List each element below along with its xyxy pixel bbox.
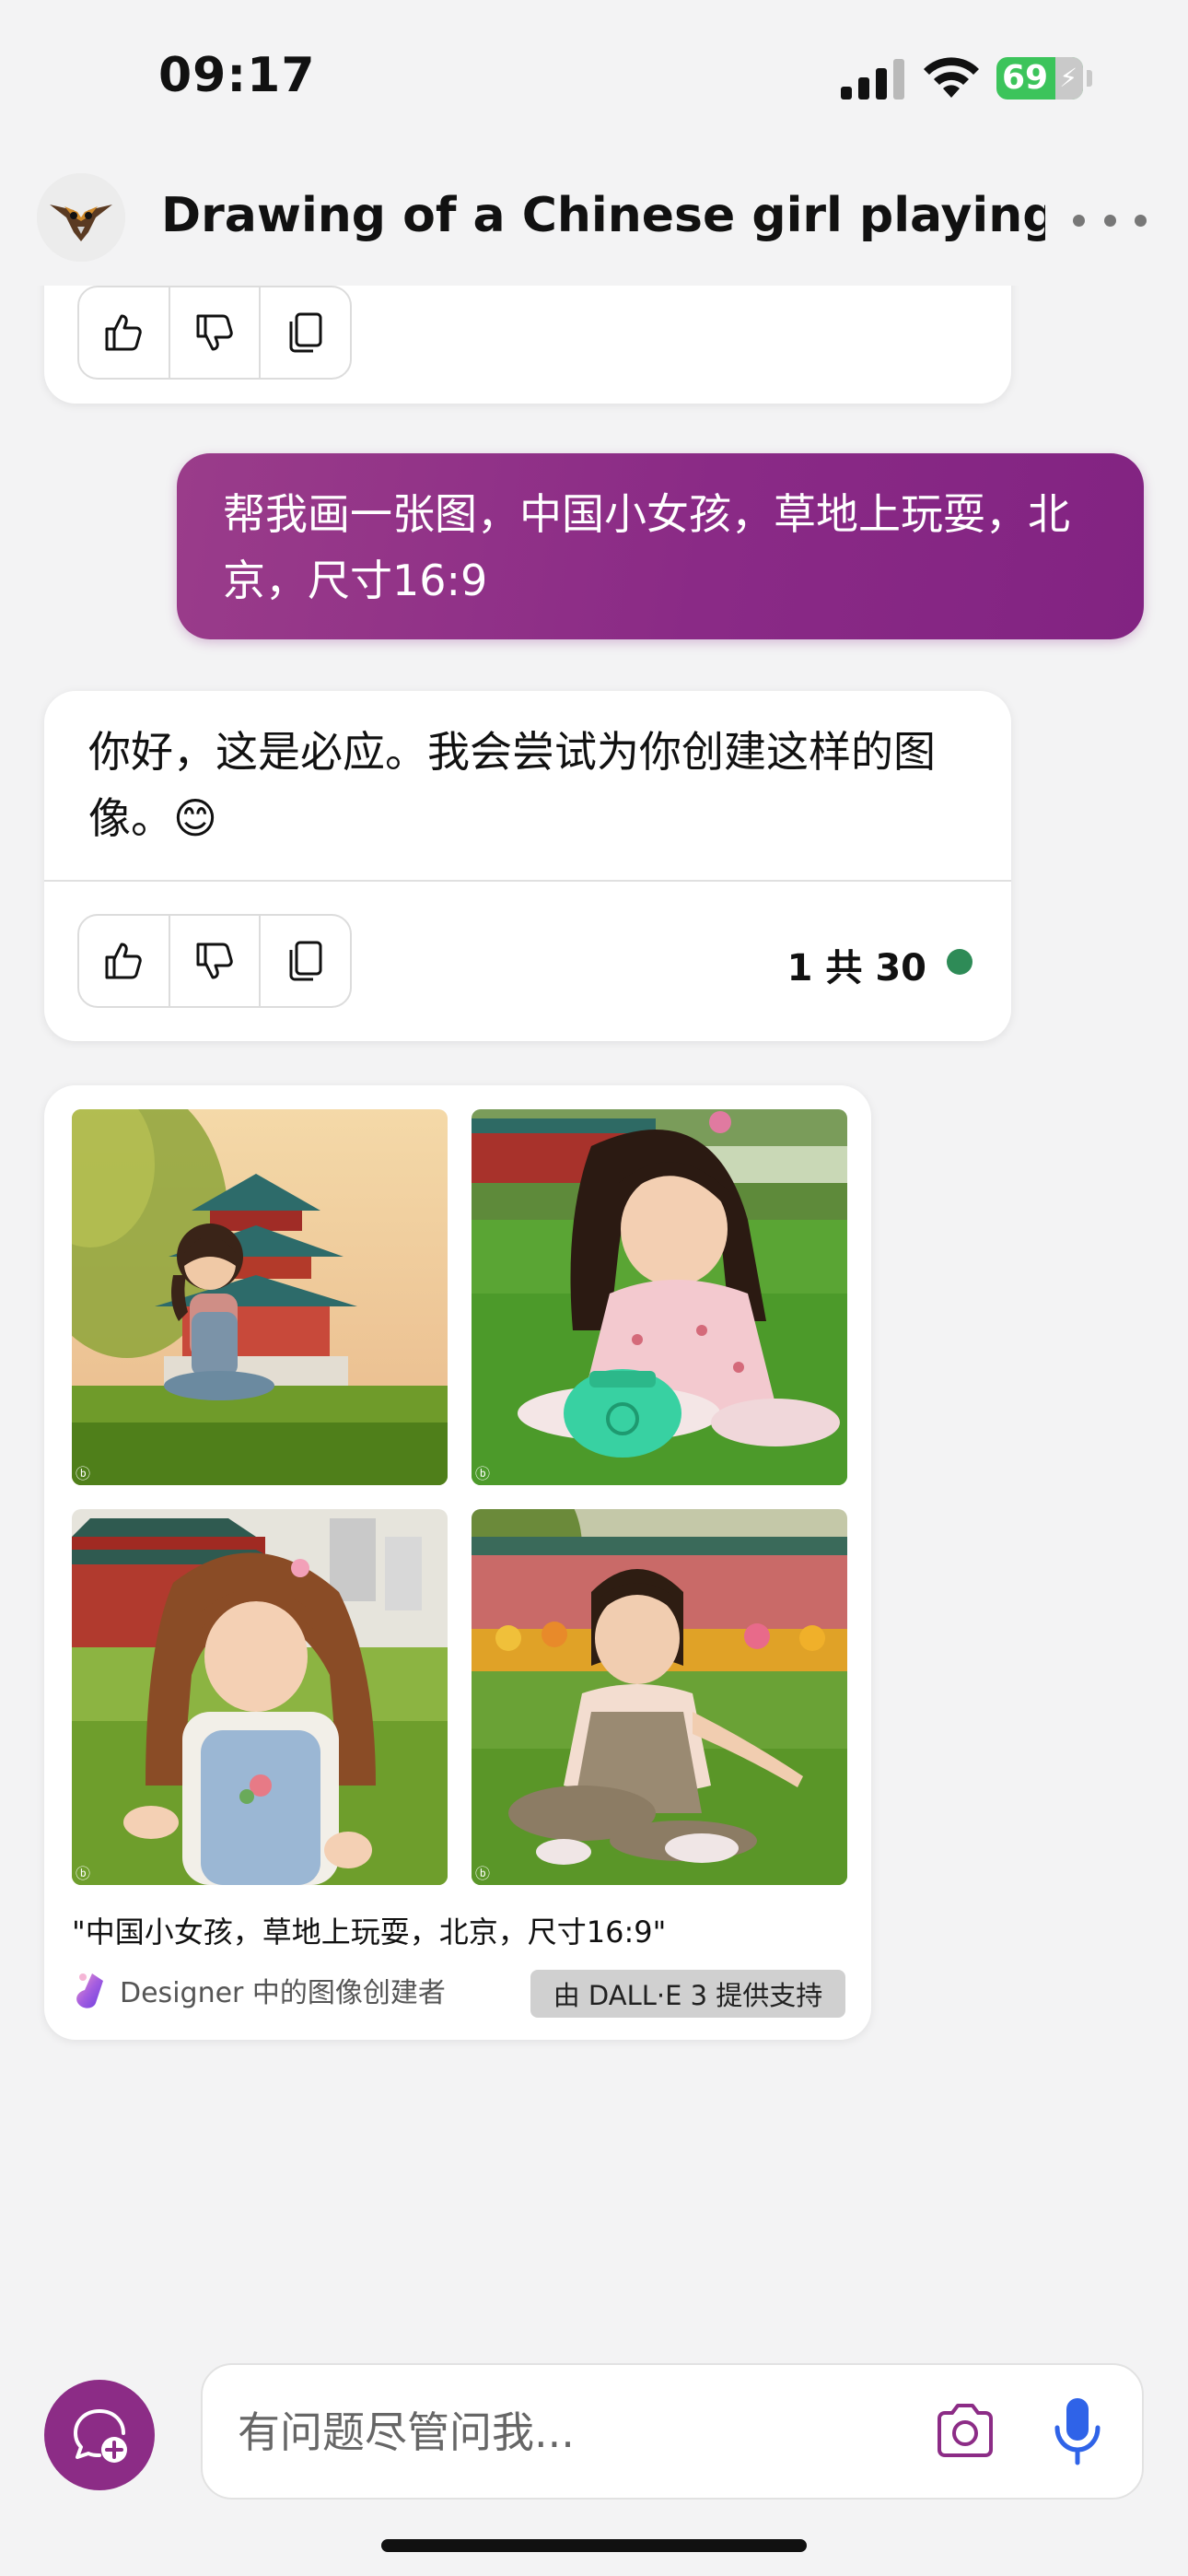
camera-button[interactable] [930,2396,1000,2466]
reaction-group [77,914,352,1008]
reaction-group [77,286,352,380]
message-composer [201,2363,1144,2500]
new-chat-icon [74,2409,127,2463]
generated-image-4[interactable]: ⓑ [472,1509,847,1885]
designer-attribution[interactable]: Designer 中的图像创建者 [72,1970,446,2010]
thumbs-up-icon [105,314,143,351]
thumbs-up-icon [105,943,143,979]
battery-charging-icon: 69 ⚡ [996,57,1083,100]
generated-image-2[interactable]: ⓑ [472,1109,847,1485]
powered-by-badge: 由 DALL·E 3 提供支持 [530,1970,845,2018]
divider [44,880,1011,882]
copy-button[interactable] [261,287,350,378]
copy-icon [289,312,322,353]
generated-image-1[interactable]: ⓑ [72,1109,448,1485]
microphone-icon [1054,2398,1101,2465]
cellular-signal-icon [841,59,904,100]
status-bar: 09:17 69 ⚡ [0,0,1188,157]
copy-button[interactable] [261,916,350,1006]
thumbs-down-button[interactable] [170,287,262,378]
battery-percentage: 69 [1002,59,1049,97]
camera-icon [938,2404,993,2457]
wifi-icon [924,57,979,98]
page-title: Drawing of a Chinese girl playing on... [161,188,1045,243]
designer-label: Designer 中的图像创建者 [120,1977,446,2009]
home-indicator[interactable] [381,2539,807,2552]
response-count: 1 共 30 [786,947,926,989]
image-prompt-caption: "中国小女孩，草地上玩耍，北京，尺寸16:9" [72,1914,667,1950]
thumbs-up-button[interactable] [79,287,170,378]
status-time: 09:17 [158,48,316,103]
assistant-reply-card: 你好，这是必应。我会尝试为你创建这样的图像。😊 1 共 30 [44,691,1011,1041]
new-topic-button[interactable] [44,2380,155,2490]
user-message-bubble: 帮我画一张图，中国小女孩，草地上玩耍，北京，尺寸16:9 [177,453,1144,639]
generated-image-3[interactable]: ⓑ [72,1509,448,1885]
thumbs-down-button[interactable] [170,916,262,1006]
chat-header: Drawing of a Chinese girl playing on... [0,157,1188,286]
microphone-button[interactable] [1042,2393,1112,2470]
user-message-text: 帮我画一张图，中国小女孩，草地上玩耍，北京，尺寸16:9 [223,489,1070,605]
chat-input[interactable] [236,2393,884,2472]
designer-logo-icon [76,1973,103,2008]
copilot-avatar-icon[interactable] [37,173,125,262]
thumbs-up-button[interactable] [79,916,170,1006]
status-dot [947,949,973,975]
copy-icon [289,941,322,981]
image-result-card: ⓑ ⓑ ⓑ ⓑ "中国小女孩，草地上玩耍，北京，尺寸16:9" Designer… [44,1085,871,2040]
thumbs-down-icon [196,943,233,979]
assistant-message-text: 你好，这是必应。我会尝试为你创建这样的图像。😊 [88,727,936,843]
thumbs-down-icon [196,314,233,351]
more-options-icon[interactable] [1073,197,1147,243]
app-screen: 09:17 69 ⚡ Drawing of a Chinese girl pla… [0,0,1188,2576]
battery-tip [1087,70,1092,87]
